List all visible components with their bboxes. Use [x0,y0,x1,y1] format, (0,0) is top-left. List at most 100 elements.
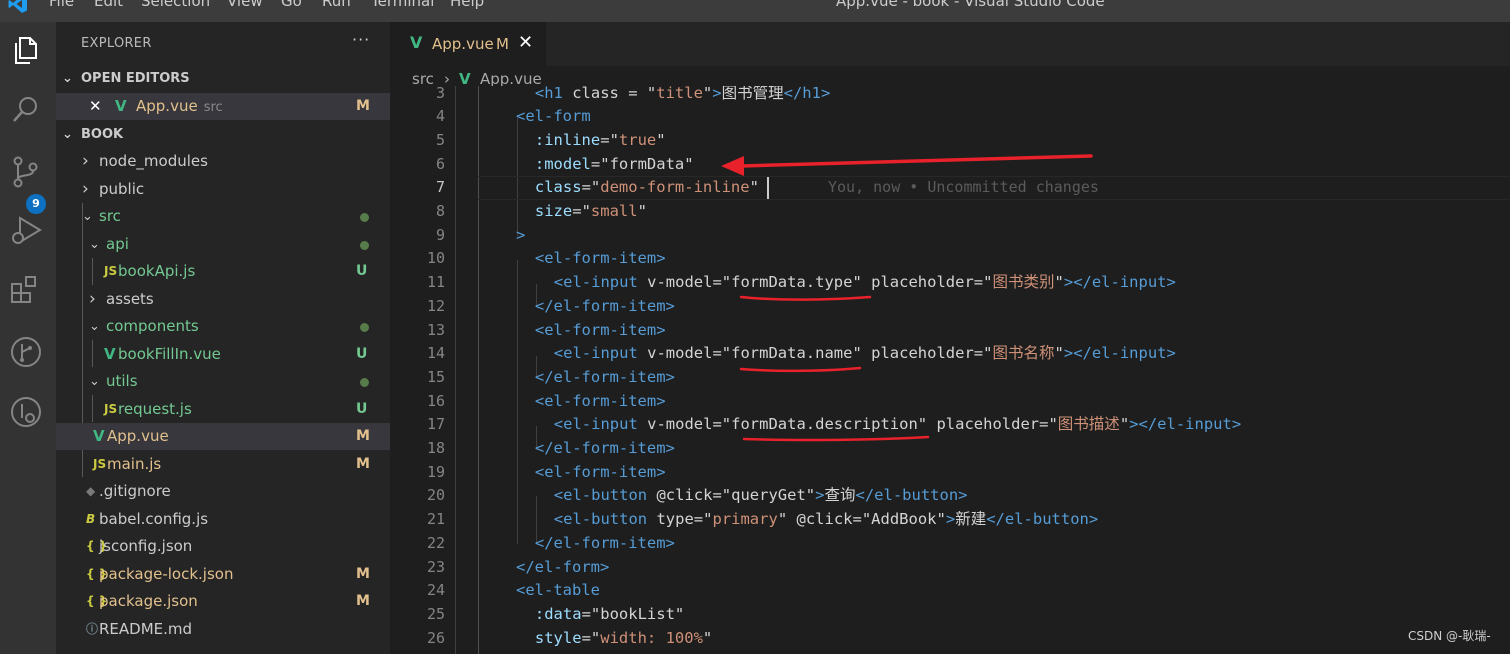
code-line[interactable]: <el-button type="primary" @click="AddBoo… [554,508,1098,532]
menu-go[interactable]: Go [281,0,322,10]
tab-label: App.vue [432,35,494,53]
tree-item[interactable]: ⌄ components [56,313,390,340]
tree-item[interactable]: › assets [56,286,390,313]
code-line[interactable]: size="small" [535,200,647,224]
tree-item-label: .gitignore [99,482,171,500]
open-editor-name: App.vue [136,97,198,115]
tree-item[interactable]: VbookFillIn.vue U [56,341,390,368]
vue-file-icon: V [410,33,423,52]
tree-item-label: main.js [107,454,162,473]
remote-explorer-icon[interactable] [8,394,44,430]
menu-help[interactable]: Help [450,0,495,10]
more-actions-icon[interactable]: ··· [352,30,370,49]
code-line[interactable]: <el-form-item> [535,247,666,271]
line-number: 13 [426,320,445,339]
vscode-logo-icon [8,0,27,13]
git-graph-icon[interactable] [8,334,44,370]
code-line[interactable]: <el-input v-model="formData.description"… [554,413,1241,437]
status-badge: M [356,98,370,114]
menu-run[interactable]: Run [322,0,371,10]
tree-item-label: package-lock.json [99,564,234,583]
tree-item[interactable]: JS request.js U [56,396,390,423]
line-number: 21 [426,510,445,529]
code-line[interactable]: <el-input v-model="formData.type" placeh… [554,271,1176,295]
activity-bar: 9 [0,22,56,654]
project-header[interactable]: ⌄ BOOK [56,121,390,148]
tree-item[interactable]: V App.vue M [56,423,390,450]
status-badge: U [356,345,368,362]
tree-item-label: components [106,317,199,335]
menu-edit[interactable]: Edit [94,0,141,10]
tree-item[interactable]: { } package.json M [56,588,390,615]
watermark: CSDN @-耿瑞- [1408,629,1491,643]
code-line[interactable]: </el-form-item> [535,532,675,556]
git-file-icon: ◆ [86,484,96,498]
title-bar: File Edit Selection View Go Run Terminal… [0,0,1510,22]
tree-item[interactable]: JS bookApi.js U [56,258,390,285]
code-line[interactable]: :inline="true" [535,129,666,153]
tree-item-label: bookFillIn.vue [118,344,221,363]
open-editor-item[interactable]: ✕ V App.vue src M [56,93,390,120]
source-control-icon[interactable] [8,154,44,190]
vue-file-icon: V [115,97,127,115]
tree-item-label: App.vue [107,427,169,445]
menu-file[interactable]: File [49,0,94,10]
code-line[interactable]: <el-form-item> [535,461,666,485]
tree-item[interactable]: › node_modules [56,148,390,175]
code-line[interactable]: </el-form-item> [535,437,675,461]
tree-item[interactable]: { } package-lock.json M [56,561,390,588]
menu-bar: File Edit Selection View Go Run Terminal… [49,0,495,10]
code-line[interactable]: <el-input v-model="formData.name" placeh… [554,342,1176,366]
indent-guide [455,86,456,654]
tree-item[interactable]: ⓘ README.md [56,616,390,643]
tree-item[interactable]: JS main.js M [56,451,390,478]
code-line[interactable]: <el-button @click="queryGet">查询</el-butt… [554,484,968,508]
line-number: 17 [426,415,445,434]
code-line[interactable]: <h1 class = "title">图书管理</h1> [535,86,830,105]
close-tab-icon[interactable]: ✕ [518,32,533,53]
tree-item[interactable]: Bbabel.config.js [56,506,390,533]
code-line[interactable]: <el-form-item> [535,390,666,414]
open-editors-header[interactable]: ⌄ OPEN EDITORS [56,65,390,92]
code-editor[interactable]: 3 4 5 6 7 8 9 10 11 12 13 14 15 16 17 18 19 20 21 22 23 24 25 2… [390,86,1510,654]
tree-item[interactable]: ⌄ utils [56,368,390,395]
code-line[interactable]: </el-form-item> [535,295,675,319]
code-line[interactable]: class="demo-form-inline" [535,176,759,200]
status-badge: M [356,428,370,444]
run-debug-icon[interactable] [8,212,44,248]
info-file-icon: ⓘ [86,621,99,636]
code-line[interactable]: :model="formData" [535,153,694,177]
tree-item-label: src [99,207,121,225]
code-line[interactable]: :data="bookList" [535,603,684,627]
line-number: 6 [435,154,445,173]
code-line[interactable]: <el-table [516,579,600,603]
code-line[interactable]: </el-form-item> [535,366,675,390]
explorer-title: EXPLORER [81,36,152,51]
status-badge: M [356,455,370,472]
search-icon[interactable] [8,92,44,128]
menu-selection[interactable]: Selection [141,0,227,10]
js-file-icon: JS [104,264,118,278]
code-line[interactable]: <el-form [516,105,591,129]
menu-terminal[interactable]: Terminal [371,0,450,10]
explorer-icon[interactable] [8,32,44,68]
tree-item[interactable]: › public [56,176,390,203]
line-number: 8 [435,202,445,220]
tree-item[interactable]: { } jsconfig.json [56,533,390,560]
open-editor-folder: src [203,100,223,115]
extensions-icon[interactable] [8,272,44,308]
tree-item[interactable]: ⌄ src [56,203,390,230]
code-line[interactable]: > [516,224,525,248]
tree-item[interactable]: ◆ .gitignore [56,478,390,505]
code-line[interactable]: style="width: 100%" [535,627,712,651]
explorer-sidebar: EXPLORER ··· ⌄ OPEN EDITORS ✕ V App.vue s… [56,22,390,654]
line-number: 9 [435,225,445,244]
close-icon[interactable]: ✕ [89,93,102,120]
indent-guide [478,86,479,654]
tab-app-vue[interactable]: V App.vue M ✕ [390,22,546,66]
code-line[interactable]: <el-form-item> [535,319,666,343]
code-line[interactable]: </el-form> [516,556,609,580]
tree-item[interactable]: ⌄ api [56,231,390,258]
line-number: 4 [435,107,445,126]
menu-view[interactable]: View [227,0,281,10]
